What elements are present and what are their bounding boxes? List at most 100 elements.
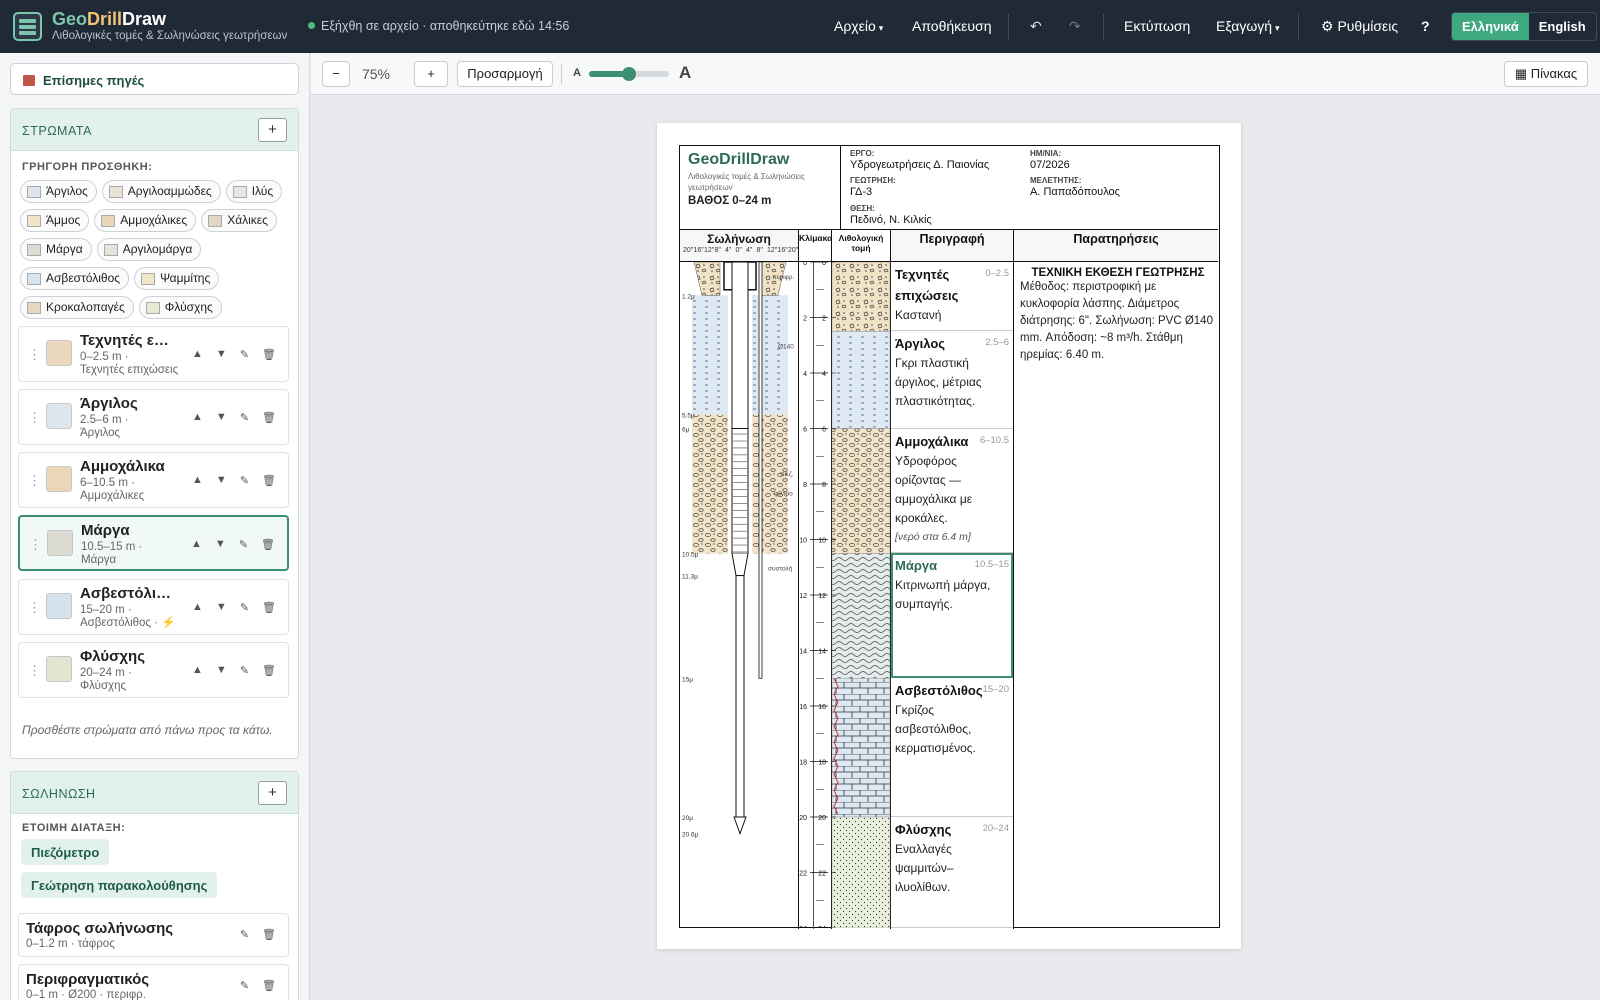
- trash-icon[interactable]: 🗑: [262, 601, 276, 614]
- move-up-icon[interactable]: ▲: [192, 601, 203, 614]
- redo-icon[interactable]: ↷: [1069, 18, 1081, 35]
- scale-label: 20: [799, 815, 807, 822]
- lithology-swatch-icon: [232, 185, 247, 198]
- settings-button[interactable]: ⚙ Ρυθμίσεις: [1321, 18, 1398, 35]
- diameter-tick-label: 12": [704, 247, 715, 254]
- save-button[interactable]: Αποθήκευση: [912, 18, 991, 34]
- scale-label: 12: [799, 593, 807, 600]
- quick-add-chip[interactable]: Άμμος: [20, 209, 90, 232]
- layer-card[interactable]: ⋮⋮ Αμμοχάλικα 6–10.5 m · Αμμοχάλικες ▲ ▼ ✎ 🗑: [18, 452, 289, 508]
- casing-item[interactable]: Τάφρος σωλήνωσης 0–1.2 m · τάφρος ✎ 🗑: [18, 913, 289, 957]
- add-casing-button[interactable]: +: [258, 781, 287, 805]
- quick-add-chip[interactable]: Ψαμμίτης: [134, 267, 220, 290]
- scale-label: 0: [822, 262, 826, 267]
- trash-icon[interactable]: 🗑: [261, 538, 275, 551]
- trash-icon[interactable]: 🗑: [262, 928, 276, 941]
- borehole-value: ΓΔ-3: [850, 186, 873, 198]
- lang-english-button[interactable]: English: [1529, 13, 1596, 40]
- scale-label: 2: [822, 316, 826, 323]
- trash-icon[interactable]: 🗑: [262, 664, 276, 677]
- description-column: 0–2.5 Τεχνητές επιχώσεις Καστανή … 2.5–6 Άργι…: [891, 262, 1013, 928]
- move-up-icon[interactable]: ▲: [192, 411, 203, 424]
- menu-export[interactable]: Εξαγωγή ▾: [1216, 18, 1280, 34]
- add-layer-button[interactable]: +: [258, 118, 287, 142]
- print-button[interactable]: Εκτύπωση: [1124, 18, 1190, 34]
- annulus-clay: [692, 295, 728, 415]
- move-down-icon[interactable]: ▼: [216, 664, 227, 677]
- lithology-swatch-icon: [27, 272, 41, 285]
- layer-card[interactable]: ⋮⋮ Άργιλος 2.5–6 m · Άργιλος ▲ ▼ ✎ 🗑: [18, 389, 289, 445]
- edit-icon[interactable]: ✎: [240, 664, 249, 677]
- undo-icon[interactable]: ↶: [1030, 18, 1042, 35]
- depth-mark-label: 5.5μ: [682, 413, 695, 420]
- edit-icon[interactable]: ✎: [240, 979, 249, 992]
- canvas-toolbar: − 75% + Προσαρμογή A A ▦ Πίνακας: [311, 53, 1600, 95]
- quick-add-chip[interactable]: Φλύσχης: [138, 296, 222, 319]
- description-block[interactable]: 6–10.5 Αμμοχάλικα Υδροφόρος ορίζοντας — αμ…: [891, 429, 1013, 554]
- diameter-tick-label: 20": [683, 247, 694, 254]
- edit-icon[interactable]: ✎: [240, 474, 249, 487]
- help-button[interactable]: ?: [1421, 18, 1430, 34]
- casing-label: συστολή: [768, 565, 793, 572]
- layer-card[interactable]: ⋮⋮ Φλύσχης 20–24 m · Φλύσχης ▲ ▼ ✎ 🗑: [18, 642, 289, 698]
- move-down-icon[interactable]: ▼: [216, 348, 227, 361]
- layer-card[interactable]: ⋮⋮ Μάργα 10.5–15 m · Μάργα ▲ ▼ ✎ 🗑: [18, 515, 289, 571]
- scale-label: 10: [799, 538, 807, 545]
- move-up-icon[interactable]: ▲: [192, 474, 203, 487]
- move-up-icon[interactable]: ▲: [192, 664, 203, 677]
- quick-add-chip[interactable]: Αργιλοαμμώδες: [101, 180, 221, 203]
- lithology-layer: [831, 553, 891, 679]
- lang-greek-button[interactable]: Ελληνικά: [1452, 13, 1529, 40]
- quick-add-chip[interactable]: Ιλύς: [225, 180, 283, 203]
- quick-add-chip[interactable]: Ασβεστόλιθος: [20, 267, 130, 290]
- trash-icon[interactable]: 🗑: [262, 348, 276, 361]
- description-block[interactable]: 20–24 Φλύσχης Εναλλαγές ψαμμιτών–ιλυολίθων…: [891, 817, 1013, 928]
- edit-icon[interactable]: ✎: [240, 601, 249, 614]
- zoom-in-button[interactable]: +: [414, 61, 448, 87]
- preset-piezometer-button[interactable]: Πιεζόμετρο: [21, 839, 110, 865]
- move-up-icon[interactable]: ▲: [192, 348, 203, 361]
- description-block[interactable]: 0–2.5 Τεχνητές επιχώσεις Καστανή…: [891, 262, 1013, 332]
- scale-label: 24: [818, 926, 826, 928]
- menu-file[interactable]: Αρχείο ▾: [834, 18, 883, 34]
- move-up-icon[interactable]: ▲: [191, 538, 202, 551]
- quick-add-chip[interactable]: Αμμοχάλικες: [94, 209, 197, 232]
- move-down-icon[interactable]: ▼: [215, 538, 226, 551]
- quick-add-chip[interactable]: Μάργα: [20, 238, 92, 261]
- edit-icon[interactable]: ✎: [239, 538, 248, 551]
- lithology-layer: [831, 331, 891, 429]
- col-litho-header: Λιθολογική τομή: [832, 230, 891, 262]
- desc-title: Τεχνητές επιχώσεις: [895, 267, 959, 303]
- trash-icon[interactable]: 🗑: [262, 474, 276, 487]
- casing-item[interactable]: Περιφραγματικός 0–1 m · Ø200 · περιφρ. ✎ 🗑: [18, 964, 289, 1000]
- quick-add-chip[interactable]: Άργιλος: [20, 180, 97, 203]
- official-sources-button[interactable]: Επίσημες πηγές: [10, 63, 299, 95]
- annulus-gravel: [752, 414, 788, 554]
- slider-handle[interactable]: [622, 67, 636, 81]
- sheet-brand: GeoDrillDraw: [688, 151, 790, 168]
- edit-icon[interactable]: ✎: [240, 928, 249, 941]
- fit-button[interactable]: Προσαρμογή: [457, 61, 553, 87]
- layer-card[interactable]: ⋮⋮ Ασβεστόλιθος 15–20 m · Ασβεστόλιθος · ⚡ ▲…: [18, 579, 289, 635]
- preset-monitoring-button[interactable]: Γεώτρηση παρακολούθησης: [21, 872, 218, 898]
- table-button[interactable]: ▦ Πίνακας: [1504, 61, 1588, 87]
- trash-icon[interactable]: 🗑: [262, 411, 276, 424]
- move-down-icon[interactable]: ▼: [216, 474, 227, 487]
- quick-add-chip[interactable]: Αργιλομάργα: [96, 238, 202, 261]
- edit-icon[interactable]: ✎: [240, 411, 249, 424]
- move-down-icon[interactable]: ▼: [216, 601, 227, 614]
- quick-add-chip[interactable]: Χάλικες: [201, 209, 277, 232]
- layer-card[interactable]: ⋮⋮Τεχνητές επιχώσεις0–2.5 m ·Τεχνητές επ…: [18, 326, 289, 382]
- description-block[interactable]: 2.5–6 Άργιλος Γκρι πλαστική άργιλος, μέτρι…: [891, 331, 1013, 429]
- scale-label: 12: [818, 593, 826, 600]
- desc-title: Αμμοχάλικα: [895, 433, 969, 449]
- trash-icon[interactable]: 🗑: [262, 979, 276, 992]
- move-down-icon[interactable]: ▼: [216, 411, 227, 424]
- edit-icon[interactable]: ✎: [240, 348, 249, 361]
- description-block[interactable]: 15–20 Ασβεστόλιθος Γκρίζος ασβεστόλιθος, κ…: [891, 678, 1013, 817]
- scale-label: 18: [799, 760, 807, 767]
- font-size-slider[interactable]: [589, 67, 669, 81]
- quick-add-chip[interactable]: Κροκαλοπαγές: [20, 296, 134, 319]
- zoom-out-button[interactable]: −: [322, 61, 350, 87]
- description-block[interactable]: 10.5–15 Μάργα Κιτρινωπή μάργα, συμπαγής.: [891, 553, 1013, 679]
